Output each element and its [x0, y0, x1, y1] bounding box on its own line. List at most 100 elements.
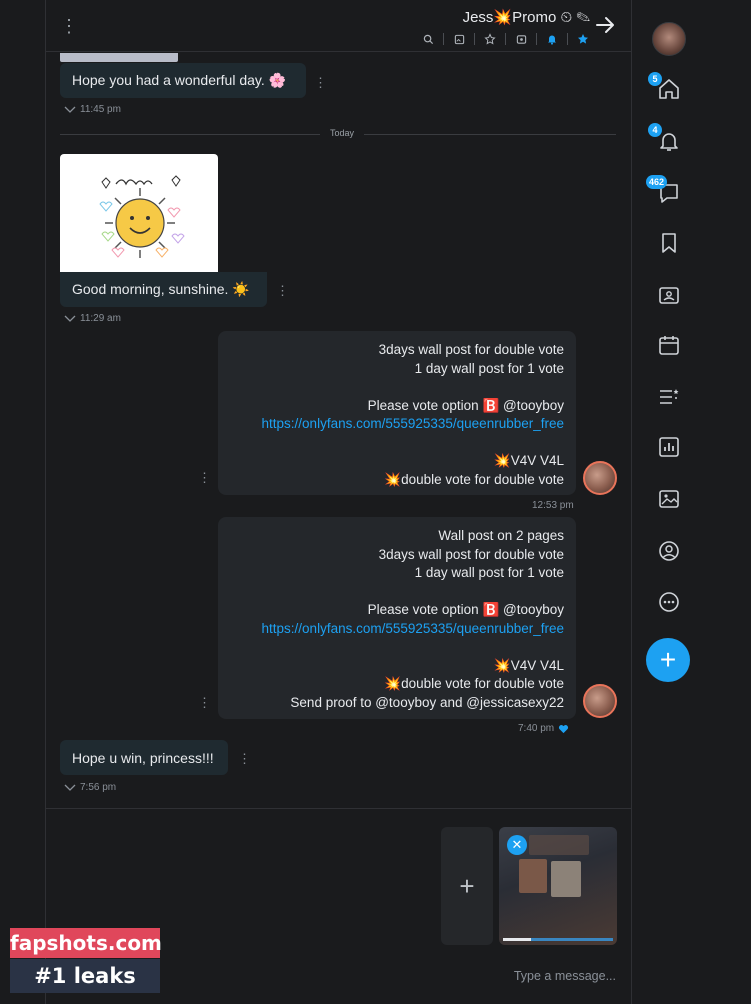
user-avatar[interactable]: [652, 22, 686, 56]
message-line: 3days wall post for double vote: [378, 546, 564, 562]
image-icon: [659, 490, 679, 508]
header-icon-bar: [413, 32, 590, 46]
message-meta: 11:45 pm: [64, 104, 121, 115]
media-icon[interactable]: [514, 32, 528, 46]
message-line: 1 day wall post for 1 vote: [414, 565, 564, 580]
remove-attachment-icon[interactable]: ✕: [507, 835, 527, 855]
statistics-icon: [659, 437, 679, 457]
message-time: 7:40 pm: [518, 723, 555, 734]
message-line: Please vote option 🅱️ @tooyboy: [367, 602, 564, 617]
nav-vault[interactable]: [656, 486, 682, 512]
back-arrow-icon[interactable]: [594, 14, 616, 36]
double-check-icon: [64, 106, 76, 113]
message-options-icon[interactable]: ⋮: [276, 283, 289, 299]
app: ⋮ Jess💥Promo ⏲ ✎ Hope you had a wonderfu…: [0, 0, 751, 1004]
message-input[interactable]: Type a message...: [514, 969, 616, 983]
message-line-blank: [230, 378, 564, 397]
message-meta: 7:40 pm: [518, 723, 569, 734]
header-separator: [474, 33, 475, 45]
main-nav: 5 4 462 +: [632, 0, 751, 1004]
double-check-icon: [64, 784, 76, 791]
message-text: Hope u win, princess!!!: [72, 749, 214, 766]
message-bubble-incoming[interactable]: Good morning, sunshine. ☀️: [60, 272, 267, 307]
left-gutter: [0, 0, 46, 1004]
message-list[interactable]: Hope you had a wonderful day. 🌸 ⋮ 11:45 …: [46, 53, 632, 808]
day-divider: Today: [60, 127, 616, 141]
avatar[interactable]: [583, 684, 617, 718]
search-icon[interactable]: [421, 32, 435, 46]
message-line-blank: [230, 434, 564, 453]
watermark-tagline: #1 leaks: [10, 959, 160, 993]
sun-drawing: [99, 175, 185, 258]
list-icon: [660, 389, 679, 404]
nav-bookmarks[interactable]: [656, 230, 682, 256]
avatar[interactable]: [583, 461, 617, 495]
message-text: Hope you had a wonderful day. 🌸: [72, 72, 287, 88]
nav-calendar[interactable]: [656, 332, 682, 358]
divider-line: [364, 134, 616, 135]
chat-panel: ⋮ Jess💥Promo ⏲ ✎ Hope you had a wonderfu…: [46, 0, 632, 1004]
message-line: Send proof to @tooyboy and @jessicasexy2…: [290, 694, 564, 710]
chat-title[interactable]: Jess💥Promo ⏲ ✎: [463, 8, 590, 26]
message-bubble-outgoing[interactable]: Wall post on 2 pages 3days wall post for…: [218, 517, 576, 719]
message-meta: 12:53 pm: [532, 500, 574, 511]
new-post-button[interactable]: +: [646, 638, 690, 682]
message-bubble-incoming[interactable]: Hope u win, princess!!!: [60, 740, 228, 775]
nav-collections[interactable]: [656, 282, 682, 308]
bookmark-icon: [662, 233, 676, 253]
nav-badge-notifications: 4: [648, 123, 662, 137]
message-meta: 11:29 am: [64, 313, 121, 324]
thumbnail-detail: [551, 861, 581, 897]
profile-icon: [659, 541, 679, 561]
message-line-blank: [230, 583, 564, 602]
bell-icon[interactable]: [545, 32, 559, 46]
header-more-icon[interactable]: ⋮: [60, 16, 78, 36]
upload-progress-fill: [503, 938, 531, 941]
message-line: 1 day wall post for 1 vote: [414, 360, 564, 376]
message-options-icon[interactable]: ⋮: [198, 695, 211, 711]
previous-media-edge: [60, 53, 178, 62]
nav-badge-home: 5: [648, 72, 662, 86]
message-link[interactable]: https://onlyfans.com/555925335/queenrubb…: [230, 620, 564, 639]
message-line: 💥double vote for double vote: [384, 471, 564, 487]
message-time: 12:53 pm: [532, 500, 574, 511]
thumbnail-detail: [519, 859, 547, 893]
message-meta: 7:56 pm: [64, 782, 116, 793]
add-media-button[interactable]: +: [441, 827, 493, 945]
divider-line: [60, 134, 320, 135]
more-icon: [659, 592, 679, 612]
double-check-icon: [64, 315, 76, 322]
header-separator: [505, 33, 506, 45]
attached-media-thumbnail[interactable]: ✕: [499, 827, 617, 945]
nav-statistics[interactable]: [656, 434, 682, 460]
chat-header: ⋮ Jess💥Promo ⏲ ✎: [46, 0, 632, 52]
sunshine-image[interactable]: [60, 154, 218, 272]
message-line-text: Please vote option 🅱️ @tooyboy: [367, 397, 564, 413]
message-time: 11:45 pm: [80, 104, 121, 115]
message-line: 3days wall post for double vote: [378, 342, 564, 357]
nav-profile[interactable]: [656, 538, 682, 564]
heart-icon[interactable]: [558, 724, 569, 734]
nav-lists[interactable]: [656, 384, 682, 410]
message-link[interactable]: https://onlyfans.com/555925335/queenrubb…: [230, 415, 564, 434]
message-line: 💥double vote for double vote: [384, 676, 564, 691]
message-bubble-outgoing[interactable]: 3days wall post for double vote 1 day wa…: [218, 331, 576, 495]
message-options-icon[interactable]: ⋮: [238, 751, 251, 767]
header-separator: [536, 33, 537, 45]
header-separator: [567, 33, 568, 45]
collections-icon: [659, 287, 679, 304]
tip-icon[interactable]: [483, 32, 497, 46]
thumbnail-detail: [529, 835, 589, 855]
star-icon[interactable]: [576, 32, 590, 46]
message-time: 11:29 am: [80, 313, 121, 324]
calendar-icon: [659, 336, 679, 355]
message-options-icon[interactable]: ⋮: [198, 470, 211, 486]
message-line: Please vote option 🅱️ @tooyboy: [230, 397, 564, 416]
message-bubble-incoming[interactable]: Hope you had a wonderful day. 🌸: [60, 63, 306, 98]
message-line: 💥V4V V4L: [493, 453, 564, 468]
gallery-icon[interactable]: [452, 32, 466, 46]
nav-more[interactable]: [656, 589, 682, 615]
message-options-icon[interactable]: ⋮: [314, 75, 327, 91]
watermark-site: fapshots.com: [10, 928, 162, 958]
header-separator: [443, 33, 444, 45]
